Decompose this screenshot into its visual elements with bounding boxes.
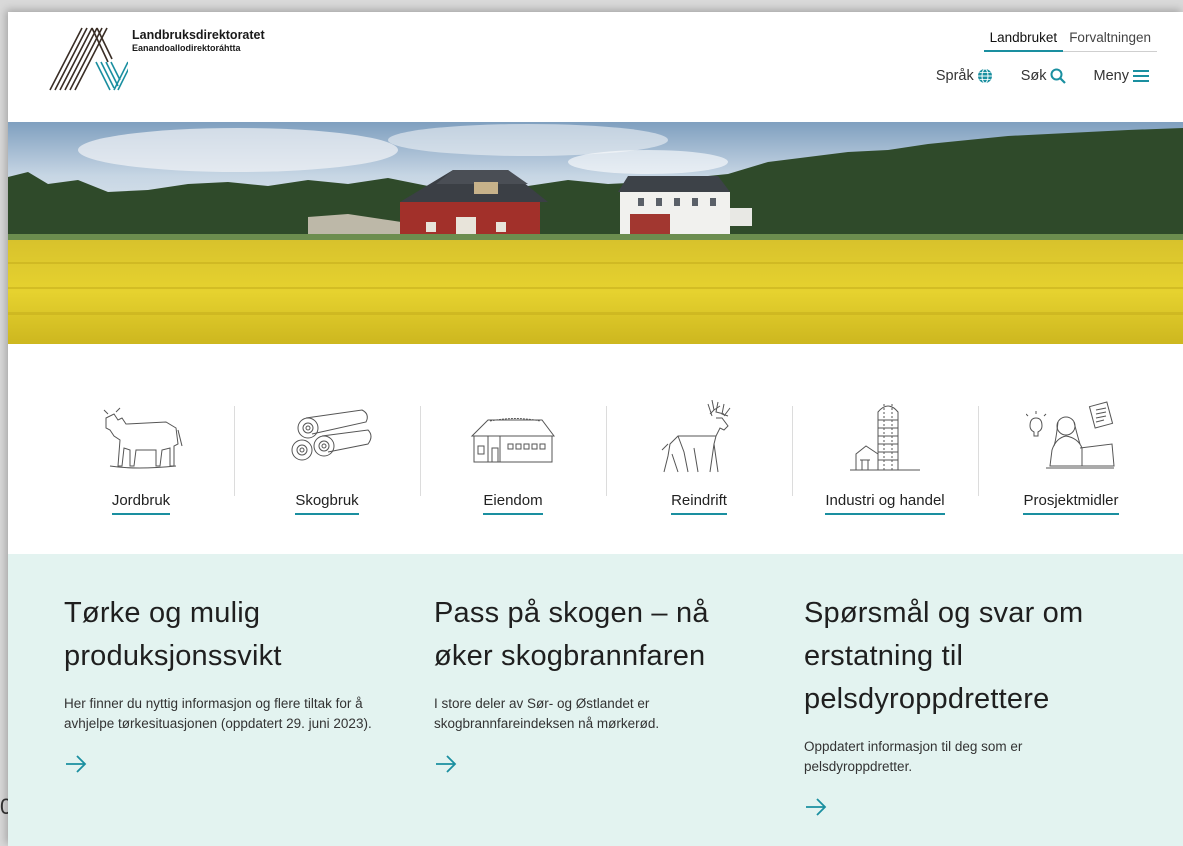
category-reindrift[interactable]: Reindrift — [606, 400, 792, 518]
logo-name: Landbruksdirektoratet — [132, 28, 265, 42]
category-label: Industri og handel — [825, 492, 945, 515]
hero-image — [8, 122, 1183, 344]
logo-subtitle: Eanandoallodirektoráhtta — [132, 43, 241, 53]
category-nav: Jordbruk Skogbruk Eiendom Reindrift Indu… — [8, 344, 1183, 554]
language-label: Språk — [935, 68, 974, 84]
category-industri-og-handel[interactable]: Industri og handel — [792, 400, 978, 518]
news-description: Oppdatert informasjon til deg som er pel… — [804, 739, 1023, 774]
search-label: Søk — [1020, 68, 1047, 84]
reindeer-illustration-icon — [661, 400, 731, 473]
news-title[interactable]: Pass på skogen – nå øker skogbrannfaren — [434, 592, 764, 678]
news-description: I store deler av Sør- og Østlandet er sk… — [434, 696, 660, 731]
search-button[interactable]: Søk — [1021, 68, 1066, 84]
news-card[interactable]: Spørsmål og svar om erstatning til pelsd… — [804, 592, 1134, 822]
news-section: Tørke og mulig produksjonssvikt Her finn… — [8, 554, 1183, 846]
globe-icon — [977, 68, 992, 84]
category-label: Jordbruk — [111, 492, 171, 515]
category-label: Reindrift — [671, 492, 727, 515]
logo-mark-icon — [49, 27, 128, 91]
silo-illustration-icon — [850, 404, 920, 471]
site-tabs: Landbruket Forvaltningen — [983, 28, 1157, 52]
webpage: Landbruksdirektoratet Eanandoallodirekto… — [8, 12, 1183, 846]
category-eiendom[interactable]: Eiendom — [420, 400, 606, 518]
news-card[interactable]: Pass på skogen – nå øker skogbrannfaren … — [434, 592, 764, 779]
tab-forvaltningen[interactable]: Forvaltningen — [1063, 28, 1157, 52]
logs-illustration-icon — [291, 409, 372, 461]
site-header: Landbruksdirektoratet Eanandoallodirekto… — [8, 12, 1183, 122]
category-jordbruk[interactable]: Jordbruk — [48, 400, 234, 518]
person-laptop-illustration-icon — [1026, 401, 1115, 469]
hamburger-icon — [1133, 70, 1149, 82]
arrow-right-icon[interactable] — [434, 754, 458, 779]
news-title[interactable]: Tørke og mulig produksjonssvikt — [64, 592, 394, 678]
category-label: Eiendom — [483, 492, 543, 515]
farmhouse-illustration-icon — [470, 418, 555, 463]
category-skogbruk[interactable]: Skogbruk — [234, 400, 420, 518]
menu-label: Meny — [1093, 68, 1129, 84]
tab-landbruket[interactable]: Landbruket — [983, 28, 1064, 52]
arrow-right-icon[interactable] — [64, 754, 88, 779]
language-button[interactable]: Språk — [936, 68, 993, 84]
news-title[interactable]: Spørsmål og svar om erstatning til pelsd… — [804, 592, 1134, 721]
logo-link[interactable]: Landbruksdirektoratet Eanandoallodirekto… — [48, 26, 308, 98]
category-label: Skogbruk — [295, 492, 359, 515]
category-prosjektmidler[interactable]: Prosjektmidler — [978, 400, 1164, 518]
utility-nav: Språk Søk Meny — [908, 68, 1150, 84]
news-description: Her finner du nyttig informasjon og fler… — [64, 696, 372, 731]
category-label: Prosjektmidler — [1023, 492, 1119, 515]
search-icon — [1050, 68, 1066, 84]
menu-button[interactable]: Meny — [1094, 68, 1150, 84]
news-card[interactable]: Tørke og mulig produksjonssvikt Her finn… — [64, 592, 394, 779]
cow-illustration-icon — [103, 407, 183, 469]
arrow-right-icon[interactable] — [804, 797, 828, 822]
